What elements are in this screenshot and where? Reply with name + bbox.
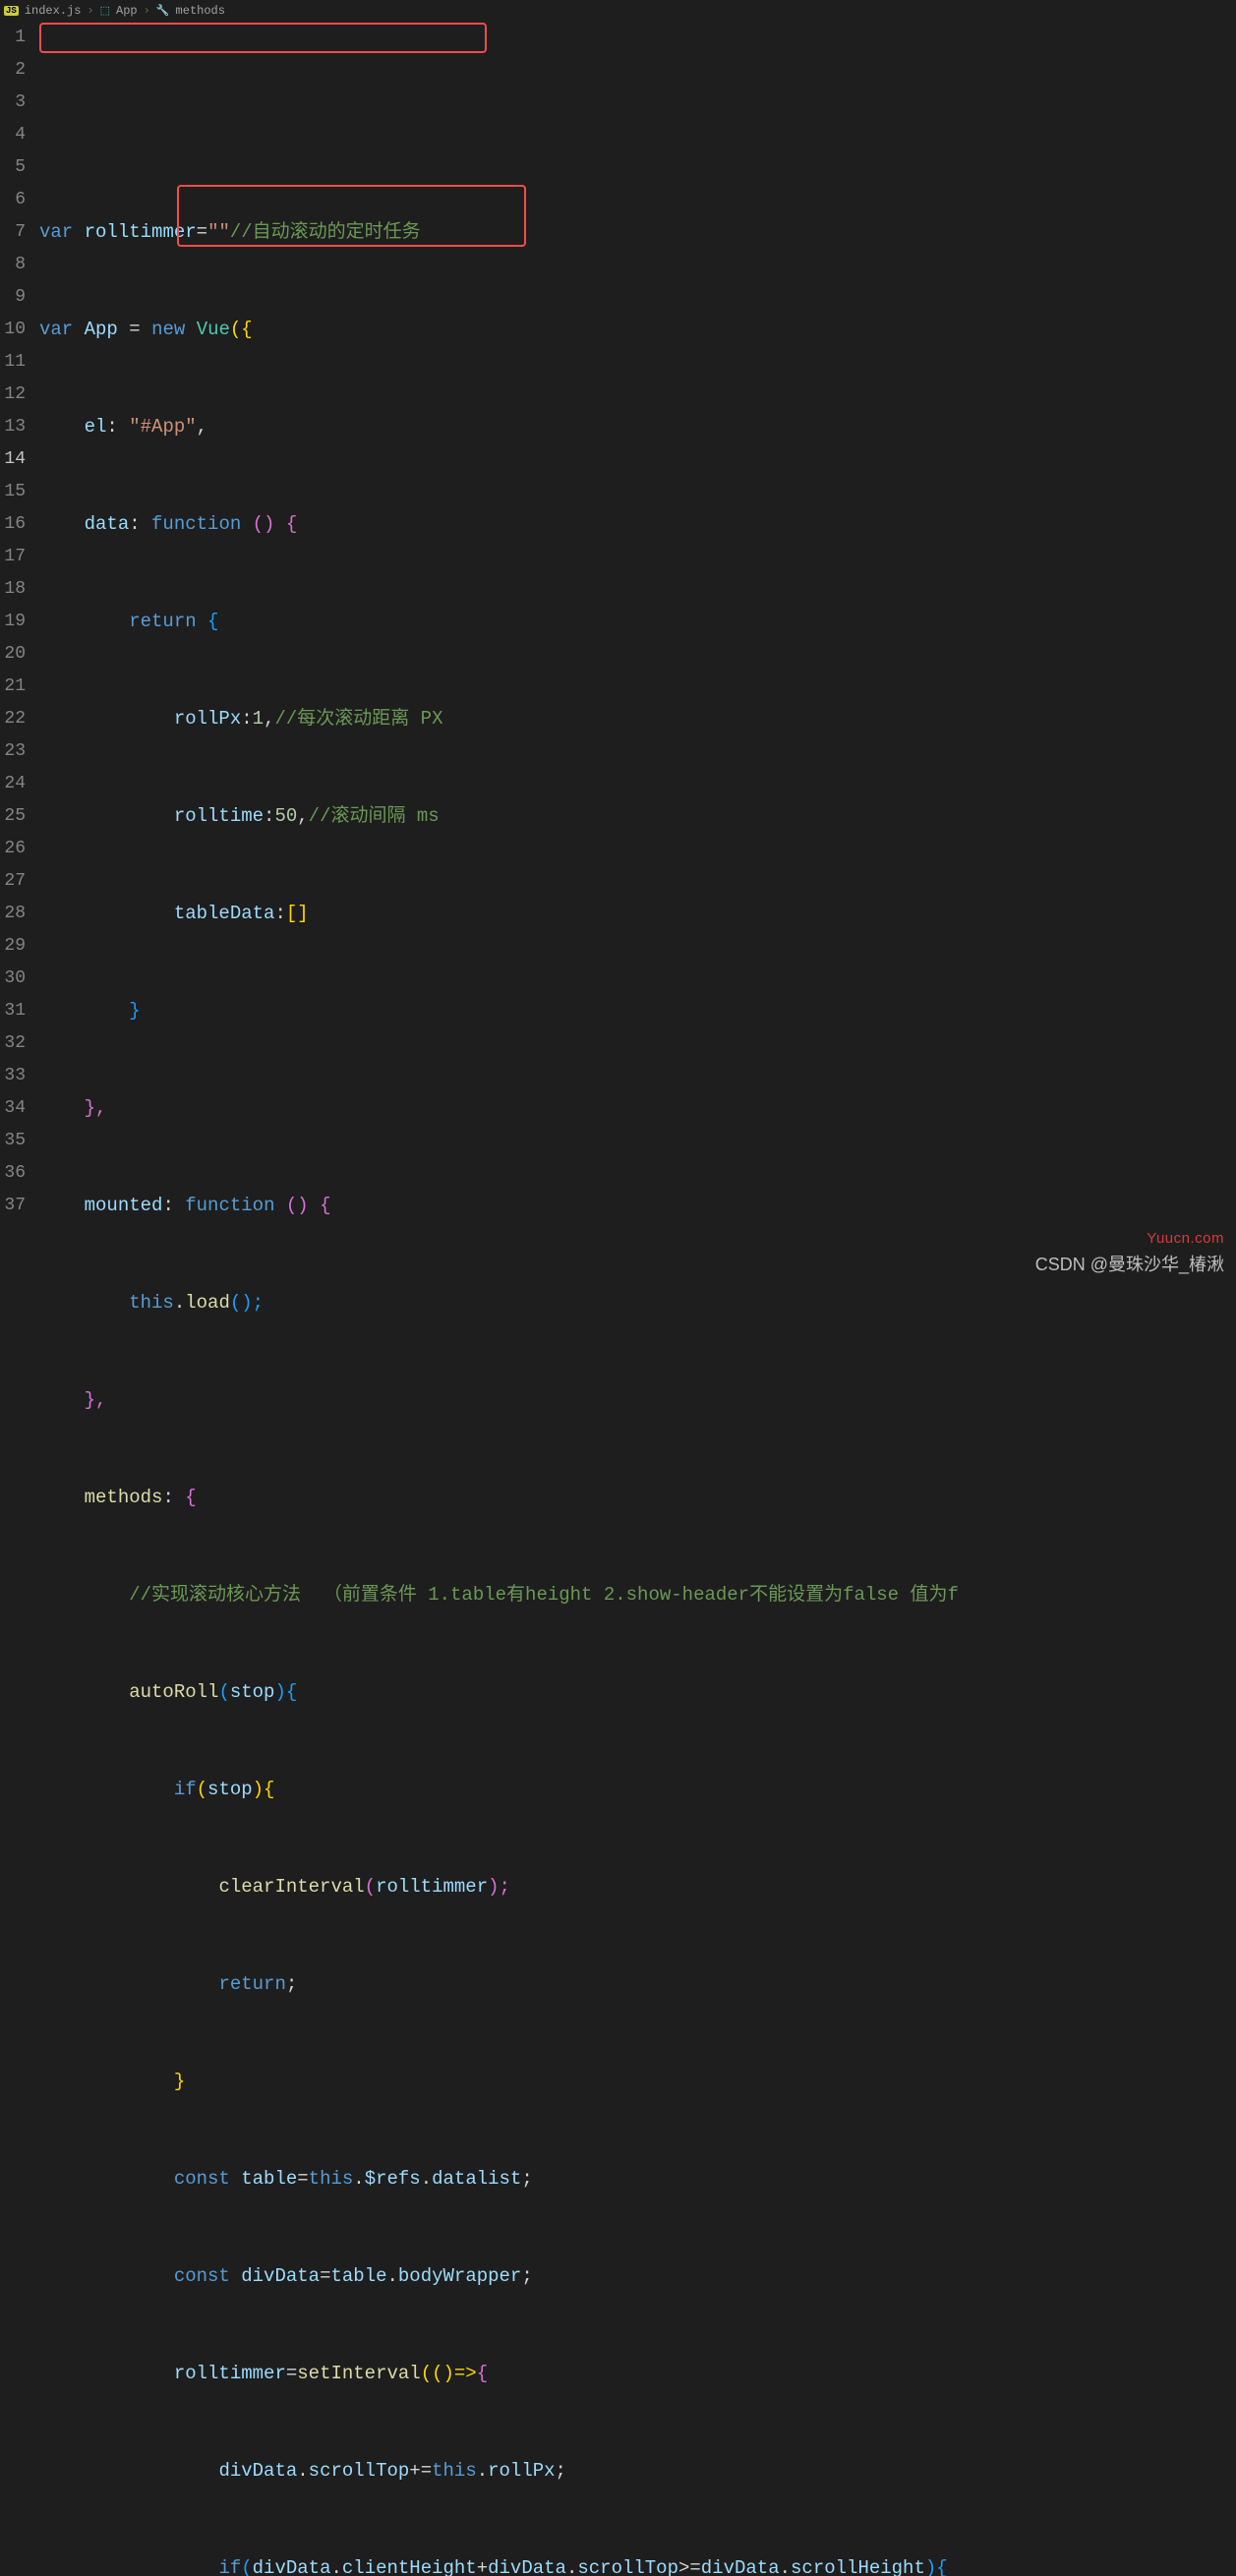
code-line: rollPx:1,//每次滚动距离 PX <box>39 703 1236 735</box>
code-line: }, <box>39 1092 1236 1125</box>
symbol-class-icon: ⬚ <box>100 4 110 18</box>
line-number: 21 <box>0 671 26 703</box>
line-number: 2 <box>0 54 26 87</box>
code-line: var App = new Vue({ <box>39 314 1236 346</box>
breadcrumb-file[interactable]: index.js <box>25 4 82 18</box>
line-number: 24 <box>0 768 26 800</box>
watermark-site: Yuucn.com <box>1147 1230 1224 1247</box>
line-number: 11 <box>0 346 26 379</box>
line-number: 37 <box>0 1190 26 1222</box>
code-line: var rolltimmer=""//自动滚动的定时任务 <box>39 216 1236 249</box>
line-number: 19 <box>0 606 26 638</box>
watermark-author: CSDN @曼珠沙华_椿湫 <box>1035 1251 1224 1276</box>
line-number: 30 <box>0 963 26 995</box>
line-number: 23 <box>0 735 26 768</box>
line-number: 1 <box>0 22 26 54</box>
code-line: if(stop){ <box>39 1774 1236 1806</box>
line-number: 13 <box>0 411 26 443</box>
line-number: 18 <box>0 573 26 606</box>
line-number: 26 <box>0 833 26 865</box>
breadcrumb: JS index.js › ⬚ App › 🔧 methods <box>0 0 1236 22</box>
code-editor[interactable]: 1234567891011121314151617181920212223242… <box>0 22 1236 2576</box>
code-line: divData.scrollTop+=this.rollPx; <box>39 2455 1236 2488</box>
js-file-icon: JS <box>4 6 19 16</box>
line-number-gutter: 1234567891011121314151617181920212223242… <box>0 22 39 2576</box>
breadcrumb-member[interactable]: methods <box>176 4 225 18</box>
code-line: rolltimmer=setInterval(()=>{ <box>39 2358 1236 2390</box>
code-line: rolltime:50,//滚动间隔 ms <box>39 800 1236 833</box>
code-line: return { <box>39 606 1236 638</box>
line-number: 3 <box>0 87 26 119</box>
code-line: mounted: function () { <box>39 1190 1236 1222</box>
code-line: autoRoll(stop){ <box>39 1676 1236 1709</box>
line-number: 4 <box>0 119 26 151</box>
code-line: const divData=table.bodyWrapper; <box>39 2260 1236 2293</box>
chevron-right-icon: › <box>87 4 93 18</box>
code-line: }, <box>39 1384 1236 1417</box>
highlight-box-1 <box>39 23 487 53</box>
line-number: 22 <box>0 703 26 735</box>
code-line: } <box>39 2066 1236 2098</box>
line-number: 10 <box>0 314 26 346</box>
line-number: 25 <box>0 800 26 833</box>
code-line: this.load(); <box>39 1287 1236 1319</box>
line-number: 27 <box>0 865 26 898</box>
code-area[interactable]: var rolltimmer=""//自动滚动的定时任务 var App = n… <box>39 22 1236 2576</box>
chevron-right-icon: › <box>144 4 150 18</box>
code-line: return; <box>39 1968 1236 2001</box>
line-number: 8 <box>0 249 26 281</box>
wrench-icon: 🔧 <box>156 4 170 18</box>
line-number: 5 <box>0 151 26 184</box>
breadcrumb-obj[interactable]: App <box>116 4 138 18</box>
line-number: 36 <box>0 1157 26 1190</box>
line-number: 28 <box>0 898 26 930</box>
code-line: //实现滚动核心方法 （前置条件 1.table有height 2.show-h… <box>39 1579 1236 1611</box>
line-number: 33 <box>0 1060 26 1092</box>
code-line: el: "#App", <box>39 411 1236 443</box>
line-number: 12 <box>0 379 26 411</box>
line-number: 7 <box>0 216 26 249</box>
line-number: 14 <box>0 443 26 476</box>
line-number: 6 <box>0 184 26 216</box>
line-number: 31 <box>0 995 26 1027</box>
code-line: tableData:[] <box>39 898 1236 930</box>
code-line: if(divData.clientHeight+divData.scrollTo… <box>39 2552 1236 2576</box>
line-number: 15 <box>0 476 26 508</box>
line-number: 9 <box>0 281 26 314</box>
line-number: 17 <box>0 541 26 573</box>
line-number: 34 <box>0 1092 26 1125</box>
code-line: data: function () { <box>39 508 1236 541</box>
code-line: const table=this.$refs.datalist; <box>39 2163 1236 2195</box>
line-number: 16 <box>0 508 26 541</box>
code-line: } <box>39 995 1236 1027</box>
line-number: 29 <box>0 930 26 963</box>
line-number: 35 <box>0 1125 26 1157</box>
code-line: clearInterval(rolltimmer); <box>39 1871 1236 1903</box>
line-number: 32 <box>0 1027 26 1060</box>
line-number: 20 <box>0 638 26 671</box>
code-line: methods: { <box>39 1482 1236 1514</box>
